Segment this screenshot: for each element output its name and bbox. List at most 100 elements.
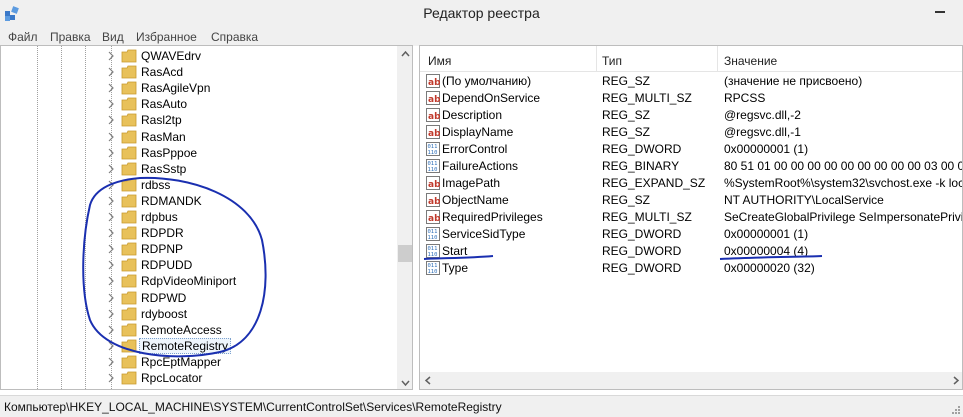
menu-favorites[interactable]: Избранное (136, 30, 197, 44)
tree-item[interactable]: RasAcd (1, 64, 396, 80)
values-list[interactable]: Имя Тип Значение ab (По умолчанию) REG_SZ(… (419, 45, 963, 390)
tree-item[interactable]: RpcEptMapper (1, 354, 396, 370)
value-type: REG_SZ (602, 74, 651, 88)
expand-arrow-icon[interactable] (107, 228, 115, 238)
value-row[interactable]: ab ObjectName REG_SZ NT AUTHORITY\LocalServ… (420, 192, 962, 209)
value-type: REG_DWORD (602, 244, 682, 258)
tree-item[interactable]: QWAVEdrv (1, 48, 396, 64)
expand-arrow-icon[interactable] (107, 276, 115, 286)
expand-arrow-icon[interactable] (107, 260, 115, 270)
tree-item[interactable]: RasMan (1, 129, 396, 145)
tree-item[interactable]: RDPWD (1, 290, 396, 306)
tree-item[interactable]: RemoteRegistry (1, 337, 396, 354)
registry-tree[interactable]: QWAVEdrv RasAcd RasAgileVpn RasAuto Rasl2tp R… (0, 45, 413, 390)
value-row[interactable]: 011 110 ErrorControl REG_DWORD 0x00000001 (1… (420, 141, 962, 158)
expand-arrow-icon[interactable] (107, 244, 115, 254)
value-row[interactable]: ab DisplayName REG_SZ @regsvc.dll,-1 (420, 124, 962, 141)
tree-item[interactable]: rdbss (1, 177, 396, 193)
expand-arrow-icon[interactable] (107, 83, 115, 93)
expand-arrow-icon[interactable] (107, 67, 115, 77)
value-row[interactable]: 011 110 ServiceSidType REG_DWORD 0x00000001 … (420, 226, 962, 243)
svg-text:110: 110 (428, 167, 438, 173)
expand-arrow-icon[interactable] (107, 212, 115, 222)
value-data: %SystemRoot%\system32\svchost.exe -k loc… (724, 176, 963, 190)
value-name: DisplayName (442, 125, 514, 139)
scroll-left-arrow-icon[interactable] (420, 372, 437, 389)
tree-item[interactable]: RpcLocator (1, 370, 396, 386)
tree-item[interactable]: Rasl2tp (1, 112, 396, 128)
expand-arrow-icon[interactable] (107, 341, 115, 351)
tree-item[interactable]: RDPDR (1, 225, 396, 241)
title-bar[interactable]: Редактор реестра (0, 0, 963, 28)
resize-grip-icon[interactable] (949, 403, 961, 415)
scroll-up-arrow-icon[interactable] (397, 46, 413, 63)
column-type-header[interactable]: Тип (602, 54, 622, 68)
column-name-header[interactable]: Имя (428, 54, 451, 68)
svg-text:ab: ab (428, 95, 440, 105)
expand-arrow-icon[interactable] (107, 309, 115, 319)
svg-text:110: 110 (428, 150, 438, 156)
expand-arrow-icon[interactable] (107, 115, 115, 125)
expand-arrow-icon[interactable] (107, 293, 115, 303)
tree-item[interactable]: RemoteAccess (1, 322, 396, 338)
tree-item-label: RasAgileVpn (141, 81, 211, 96)
menu-file[interactable]: Файл (8, 30, 38, 44)
scroll-right-arrow-icon[interactable] (947, 372, 963, 389)
column-data-header[interactable]: Значение (724, 54, 777, 68)
tree-item[interactable]: RasPppoe (1, 145, 396, 161)
scroll-down-arrow-icon[interactable] (397, 374, 413, 390)
svg-text:ab: ab (428, 214, 440, 224)
tree-item[interactable]: RDPUDD (1, 257, 396, 273)
string-value-icon: ab (426, 74, 440, 88)
expand-arrow-icon[interactable] (107, 357, 115, 367)
expand-arrow-icon[interactable] (107, 132, 115, 142)
expand-arrow-icon[interactable] (107, 51, 115, 61)
expand-arrow-icon[interactable] (107, 325, 115, 335)
value-type: REG_DWORD (602, 227, 682, 241)
tree-item[interactable]: RdpVideoMiniport (1, 273, 396, 289)
tree-item-label: RDPNP (141, 242, 184, 257)
tree-item[interactable]: RasAuto (1, 96, 396, 112)
string-value-icon: ab (426, 125, 440, 139)
menu-edit[interactable]: Правка (50, 30, 91, 44)
value-type: REG_SZ (602, 125, 651, 139)
binary-value-icon: 011110 (426, 142, 440, 156)
tree-item[interactable]: RDPNP (1, 241, 396, 257)
value-name: DependOnService (442, 91, 541, 105)
expand-arrow-icon[interactable] (107, 99, 115, 109)
value-row[interactable]: ab (По умолчанию) REG_SZ (значение не присв… (420, 73, 962, 90)
tree-item[interactable]: RasSstp (1, 161, 396, 177)
value-row[interactable]: ab DependOnService REG_MULTI_SZ RPCSS (420, 90, 962, 107)
binary-value-icon: 011110 (426, 244, 440, 258)
string-value-icon: ab (426, 91, 440, 105)
tree-item[interactable]: rdyboost (1, 306, 396, 322)
expand-arrow-icon[interactable] (107, 373, 115, 383)
menu-help[interactable]: Справка (211, 30, 258, 44)
tree-scroll-thumb[interactable] (398, 245, 412, 262)
value-row[interactable]: ab ImagePath REG_EXPAND_SZ %SystemRoot%\sys… (420, 175, 963, 192)
folder-icon (121, 49, 137, 63)
value-row[interactable]: 011 110 FailureActions REG_BINARY 80 51 01 0… (420, 158, 962, 175)
tree-item[interactable]: RDMANDK (1, 193, 396, 209)
tree-vertical-scrollbar[interactable] (397, 46, 413, 390)
tree-item-label: QWAVEdrv (141, 49, 202, 63)
expand-arrow-icon[interactable] (107, 148, 115, 158)
expand-arrow-icon[interactable] (107, 180, 115, 190)
expand-arrow-icon[interactable] (107, 164, 115, 174)
value-name: ObjectName (442, 193, 509, 207)
expand-arrow-icon[interactable] (107, 196, 115, 206)
values-horizontal-scrollbar[interactable] (420, 372, 963, 389)
value-row[interactable]: ab Description REG_SZ @regsvc.dll,-2 (420, 107, 962, 124)
value-data: SeCreateGlobalPrivilege SeImpersonatePri… (724, 210, 963, 224)
folder-icon (121, 210, 137, 224)
value-data: 0x00000001 (1) (724, 142, 809, 156)
value-row[interactable]: ab RequiredPrivileges REG_MULTI_SZ SeCreate… (420, 209, 963, 226)
tree-item[interactable]: rdpbus (1, 209, 396, 225)
value-type: REG_SZ (602, 193, 651, 207)
minimize-button[interactable] (918, 0, 963, 20)
value-row[interactable]: 011 110 Type REG_DWORD 0x00000020 (32) (420, 260, 962, 277)
binary-value-icon: 011110 (426, 227, 440, 241)
menu-view[interactable]: Вид (102, 30, 124, 44)
value-row[interactable]: 011 110 Start REG_DWORD 0x00000004 (4) (420, 243, 962, 260)
tree-item[interactable]: RasAgileVpn (1, 80, 396, 96)
